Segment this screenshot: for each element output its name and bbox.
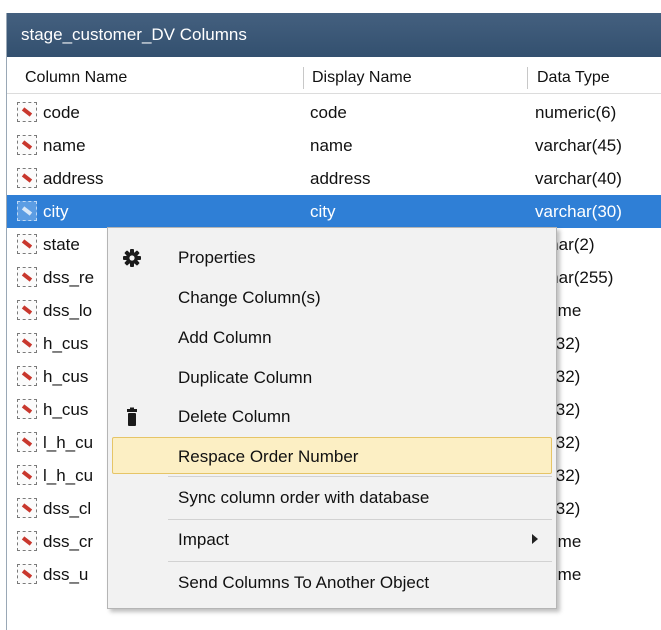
table-row[interactable]: name name varchar(45) xyxy=(7,129,661,162)
menu-item-label: Sync column order with database xyxy=(178,488,430,507)
cell-column-name: address xyxy=(43,169,104,188)
menu-item-label: Duplicate Column xyxy=(178,368,313,387)
header-data-type[interactable]: Data Type xyxy=(527,63,661,93)
column-icon xyxy=(17,102,37,122)
column-header-row: Column Name Display Name Data Type xyxy=(7,63,661,94)
menu-item-respace-order-number[interactable]: Respace Order Number xyxy=(112,437,552,474)
cell-data-type: varchar(45) xyxy=(535,136,622,155)
menu-item-impact[interactable]: Impact xyxy=(112,521,552,558)
menu-item-label: Add Column xyxy=(178,328,272,347)
cell-display-name: address xyxy=(310,169,371,188)
column-icon xyxy=(17,201,37,221)
menu-separator xyxy=(168,561,552,562)
column-icon xyxy=(17,465,37,485)
column-icon xyxy=(17,531,37,551)
cell-display-name: city xyxy=(310,202,336,221)
submenu-arrow-icon xyxy=(532,534,538,544)
column-icon xyxy=(17,300,37,320)
column-icon xyxy=(17,135,37,155)
column-icon xyxy=(17,267,37,287)
table-row-selected[interactable]: city city varchar(30) xyxy=(7,195,661,228)
menu-item-label: Respace Order Number xyxy=(178,447,359,466)
gear-icon xyxy=(123,249,141,267)
menu-item-delete-column[interactable]: Delete Column xyxy=(112,398,552,435)
cell-column-name: city xyxy=(43,202,69,221)
column-icon xyxy=(17,399,37,419)
column-icon xyxy=(17,168,37,188)
cell-data-type: varchar(30) xyxy=(535,202,622,221)
menu-item-add-column[interactable]: Add Column xyxy=(112,319,552,356)
cell-display-name: name xyxy=(310,136,353,155)
menu-separator xyxy=(168,476,552,477)
menu-item-change-columns[interactable]: Change Column(s) xyxy=(112,279,552,316)
menu-item-sync-column-order[interactable]: Sync column order with database xyxy=(112,479,552,516)
menu-item-label: Properties xyxy=(178,248,256,267)
menu-separator xyxy=(168,519,552,520)
cell-column-name: code xyxy=(43,103,80,122)
menu-item-label: Delete Column xyxy=(178,407,291,426)
cell-data-type: numeric(6) xyxy=(535,103,617,122)
menu-item-label: Send Columns To Another Object xyxy=(178,573,430,592)
cell-data-type: varchar(40) xyxy=(535,169,622,188)
table-row[interactable]: address address varchar(40) xyxy=(7,162,661,195)
menu-item-properties[interactable]: Properties xyxy=(112,239,552,276)
cell-column-name: name xyxy=(43,136,86,155)
column-icon xyxy=(17,333,37,353)
table-row[interactable]: code code numeric(6) xyxy=(7,96,661,129)
column-icon xyxy=(17,366,37,386)
trash-icon xyxy=(127,407,137,426)
column-icon xyxy=(17,498,37,518)
menu-item-label: Change Column(s) xyxy=(178,288,321,307)
cell-display-name: code xyxy=(310,103,347,122)
column-icon xyxy=(17,234,37,254)
menu-item-duplicate-column[interactable]: Duplicate Column xyxy=(112,359,552,396)
column-icon xyxy=(17,432,37,452)
header-display-name[interactable]: Display Name xyxy=(302,63,522,93)
header-column-name[interactable]: Column Name xyxy=(15,63,295,93)
context-menu: Properties Change Column(s) Add Column D… xyxy=(107,227,557,609)
menu-item-send-columns[interactable]: Send Columns To Another Object xyxy=(112,564,552,601)
column-icon xyxy=(17,564,37,584)
menu-item-label: Impact xyxy=(178,530,230,549)
window-title: stage_customer_DV Columns xyxy=(7,13,661,57)
